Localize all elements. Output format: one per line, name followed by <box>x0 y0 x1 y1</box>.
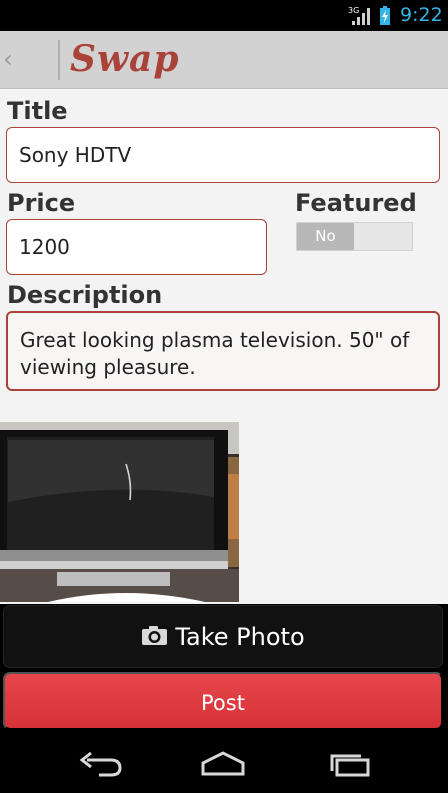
title-input[interactable]: Sony HDTV <box>6 127 440 183</box>
price-label: Price <box>7 189 76 217</box>
signal-icon <box>352 8 370 25</box>
app-bar: ‹ Swap <box>0 31 448 89</box>
back-icon[interactable] <box>77 750 127 778</box>
featured-toggle[interactable]: No <box>296 222 413 251</box>
clock: 9:22 <box>400 4 443 26</box>
take-photo-button[interactable]: Take Photo <box>3 605 443 668</box>
listing-form: Title Sony HDTV Price 1200 Featured No D… <box>0 89 448 604</box>
battery-icon <box>380 6 390 25</box>
recent-apps-icon[interactable] <box>325 750 375 778</box>
home-icon[interactable] <box>198 750 248 778</box>
camera-icon <box>142 626 168 645</box>
post-button[interactable]: Post <box>3 672 443 730</box>
app-divider <box>58 40 60 80</box>
featured-toggle-state: No <box>297 223 354 250</box>
price-input[interactable]: 1200 <box>6 219 267 275</box>
featured-label: Featured <box>295 189 417 217</box>
app-logo: Swap <box>70 38 180 80</box>
description-input[interactable]: Great looking plasma television. 50" of … <box>6 311 440 391</box>
title-label: Title <box>7 97 68 125</box>
listing-photo <box>0 422 239 602</box>
status-bar: 3G 9:22 <box>0 0 448 31</box>
take-photo-label: Take Photo <box>175 623 305 651</box>
description-label: Description <box>7 281 163 309</box>
up-navigation-button[interactable]: ‹ <box>3 45 17 75</box>
android-navigation-bar <box>0 733 448 793</box>
